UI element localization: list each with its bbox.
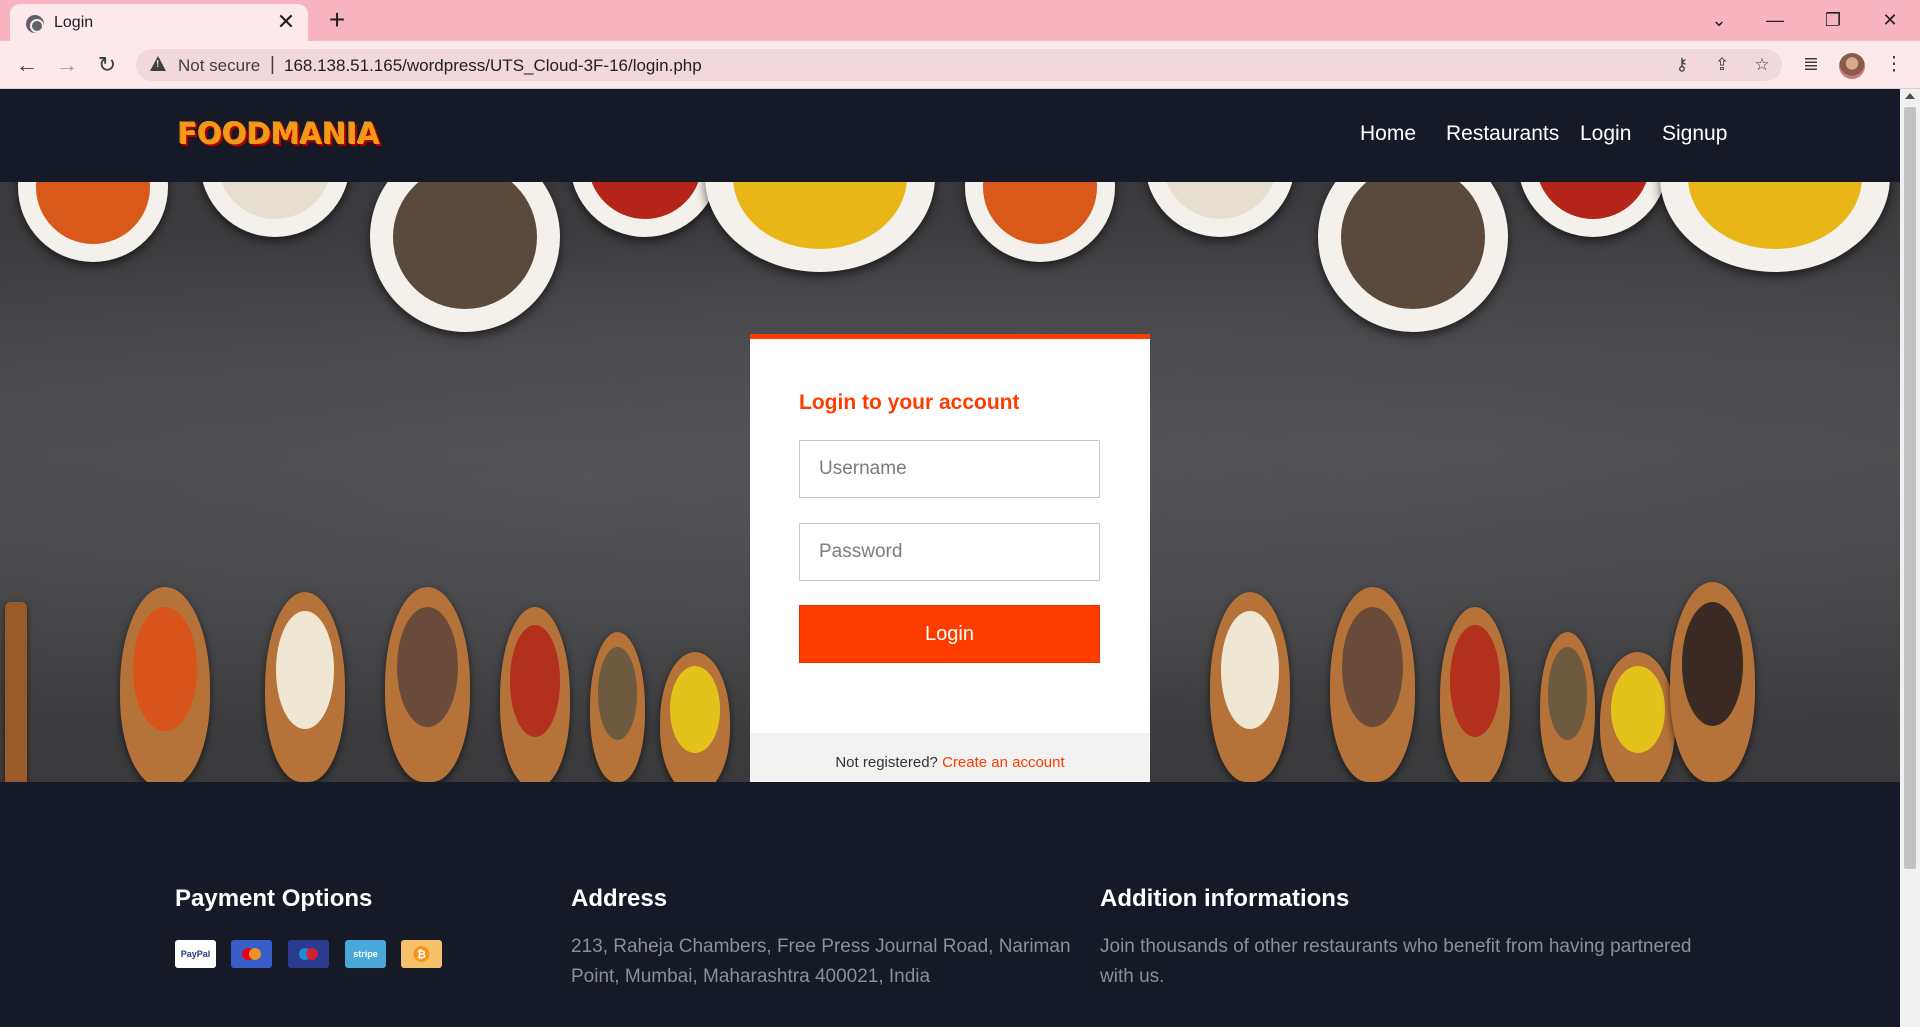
browser-tab[interactable]: Login ✕ bbox=[10, 4, 308, 41]
bitcoin-icon: ₿ bbox=[401, 940, 442, 968]
spice-spoon bbox=[1670, 582, 1755, 782]
spice-spoon bbox=[590, 632, 645, 782]
close-icon[interactable]: ✕ bbox=[274, 10, 298, 34]
hero-spices-background: Login to your account Login Not register… bbox=[0, 182, 1900, 782]
warning-icon bbox=[150, 56, 166, 71]
site-footer: Payment Options PayPal stripe ₿ Address … bbox=[0, 782, 1900, 1027]
page-scrollbar[interactable] bbox=[1900, 89, 1920, 1027]
spice-bowl bbox=[1660, 182, 1890, 272]
info-line: with us. bbox=[1100, 966, 1165, 987]
site-header: FOODMANIA Home Restaurants Login Signup bbox=[0, 89, 1900, 182]
mastercard-icon bbox=[231, 940, 272, 968]
spice-spoon bbox=[660, 652, 730, 782]
additional-info-heading: Addition informations bbox=[1100, 885, 1350, 912]
menu-icon[interactable]: ⋮ bbox=[1878, 49, 1910, 81]
password-input[interactable] bbox=[799, 523, 1100, 581]
tab-title: Login bbox=[54, 14, 94, 31]
signup-prompt: Not registered? Create an account bbox=[750, 733, 1150, 782]
spice-bowl bbox=[570, 182, 720, 237]
tab-search-icon[interactable]: ⌄ bbox=[1696, 4, 1742, 36]
spice-spoon bbox=[1440, 607, 1510, 782]
info-line: Join thousands of other restaurants who … bbox=[1100, 936, 1692, 957]
paypal-icon: PayPal bbox=[175, 940, 216, 968]
address-bar[interactable]: Not secure | 168.138.51.165/wordpress/UT… bbox=[136, 49, 1782, 81]
spice-spoon bbox=[385, 587, 470, 782]
restore-icon[interactable]: ❐ bbox=[1810, 4, 1856, 36]
spice-bowl bbox=[1518, 182, 1668, 237]
share-icon[interactable]: ⇪ bbox=[1710, 53, 1734, 77]
address-text: 213, Raheja Chambers, Free Press Journal… bbox=[571, 932, 1071, 992]
spice-spoon bbox=[1600, 652, 1675, 782]
login-button[interactable]: Login bbox=[799, 605, 1100, 663]
create-account-link[interactable]: Create an account bbox=[942, 754, 1065, 771]
cinnamon-stick bbox=[5, 602, 27, 782]
spice-spoon bbox=[1540, 632, 1595, 782]
spice-spoon bbox=[120, 587, 210, 782]
minimize-icon[interactable]: — bbox=[1752, 4, 1798, 36]
username-input[interactable] bbox=[799, 440, 1100, 498]
window-close-icon[interactable]: ✕ bbox=[1867, 4, 1913, 36]
nav-signup[interactable]: Signup bbox=[1662, 122, 1727, 146]
url-text[interactable]: 168.138.51.165/wordpress/UTS_Cloud-3F-16… bbox=[284, 56, 702, 76]
nav-login[interactable]: Login bbox=[1580, 122, 1631, 146]
additional-info-text: Join thousands of other restaurants who … bbox=[1100, 932, 1691, 992]
svg-text:₿: ₿ bbox=[417, 948, 426, 961]
not-registered-text: Not registered? bbox=[835, 754, 938, 771]
url-separator: | bbox=[270, 54, 275, 75]
spice-spoon bbox=[265, 592, 345, 782]
spice-spoon bbox=[500, 607, 570, 782]
key-icon[interactable]: ⚷ bbox=[1670, 53, 1694, 77]
address-heading: Address bbox=[571, 885, 668, 912]
spice-bowl bbox=[18, 182, 168, 262]
maestro-icon bbox=[288, 940, 329, 968]
spice-bowl bbox=[200, 182, 350, 237]
profile-avatar[interactable] bbox=[1839, 53, 1865, 79]
new-tab-button[interactable]: + bbox=[322, 6, 352, 36]
back-icon[interactable]: ← bbox=[11, 49, 43, 81]
login-card: Login to your account Login Not register… bbox=[750, 334, 1150, 782]
stripe-icon: stripe bbox=[345, 940, 386, 968]
globe-icon bbox=[26, 15, 44, 33]
site-logo[interactable]: FOODMANIA bbox=[178, 117, 380, 151]
star-icon[interactable]: ☆ bbox=[1750, 53, 1774, 77]
media-icon[interactable]: ≣ bbox=[1795, 49, 1827, 81]
nav-home[interactable]: Home bbox=[1360, 122, 1416, 146]
spice-bowl bbox=[965, 182, 1115, 262]
nav-restaurants[interactable]: Restaurants bbox=[1446, 122, 1559, 146]
browser-tab-bar: Login ✕ + ⌄ — ❐ ✕ bbox=[0, 0, 1920, 41]
spice-bowl bbox=[705, 182, 935, 272]
address-line: Point, Mumbai, Maharashtra 400021, India bbox=[571, 966, 931, 987]
spice-bowl bbox=[1318, 182, 1508, 332]
address-line: 213, Raheja Chambers, Free Press Journal… bbox=[571, 936, 1071, 957]
reload-icon[interactable]: ↻ bbox=[91, 49, 123, 81]
spice-bowl bbox=[1145, 182, 1295, 237]
page-content: FOODMANIA Home Restaurants Login Signup bbox=[0, 89, 1900, 1027]
spice-spoon bbox=[1210, 592, 1290, 782]
scroll-thumb[interactable] bbox=[1904, 107, 1916, 869]
scroll-up-arrow-icon[interactable] bbox=[1905, 93, 1915, 99]
security-label[interactable]: Not secure bbox=[178, 56, 260, 76]
browser-toolbar: ← → ↻ Not secure | 168.138.51.165/wordpr… bbox=[0, 41, 1920, 89]
login-heading: Login to your account bbox=[799, 391, 1020, 414]
spice-spoon bbox=[1330, 587, 1415, 782]
payment-options-heading: Payment Options bbox=[175, 885, 373, 912]
forward-icon[interactable]: → bbox=[51, 49, 83, 81]
spice-bowl bbox=[370, 182, 560, 332]
